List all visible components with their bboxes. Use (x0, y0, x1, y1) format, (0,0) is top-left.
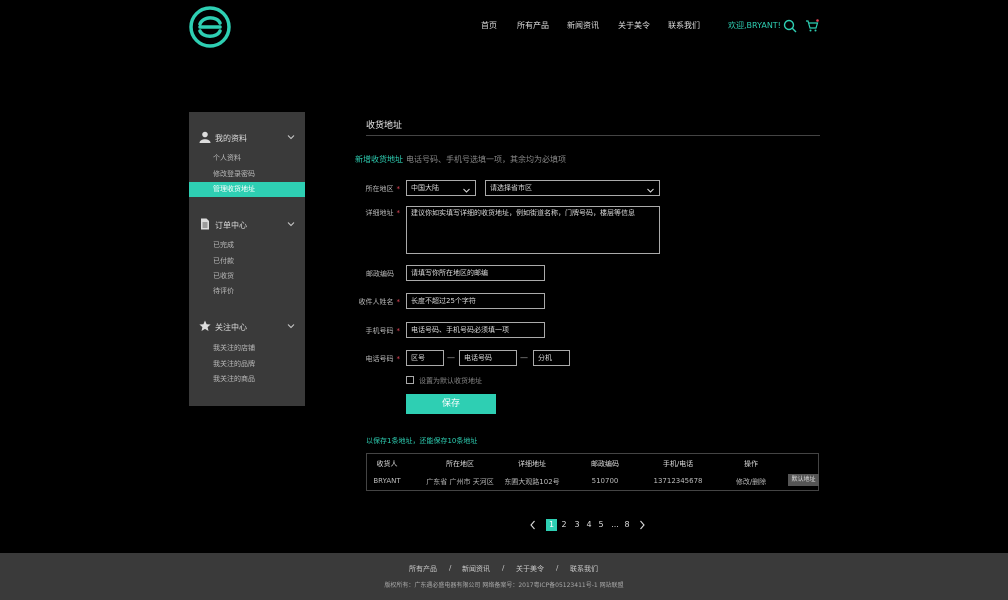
site-footer: 所有产品 / 新闻资讯 / 关于美令 / 联系我们 版权所有：广东遇必盛电器有限… (0, 553, 1008, 600)
phone-ext-input[interactable]: 分机 (533, 350, 570, 366)
nav-news[interactable]: 新闻资讯 (567, 20, 599, 31)
detail-address-label: 详细地址 * (365, 209, 401, 217)
star-icon (199, 320, 211, 332)
chevron-down-icon (287, 133, 295, 141)
divider (366, 135, 820, 136)
sidebar-group-orders[interactable]: 订单中心 (189, 217, 305, 233)
welcome-user-link[interactable]: 欢迎,BRYANT! (728, 20, 781, 31)
recipient-name-label: 收件人姓名 * (358, 298, 401, 306)
cell-recipient: BRYANT (373, 477, 401, 485)
phone-label: 电话号码 * (365, 355, 401, 363)
saved-count-note: 以保存1条地址，还能保存10条地址 (366, 437, 478, 445)
footer-separator: / (449, 564, 452, 572)
phone-area-input[interactable]: 区号 (406, 350, 444, 366)
brand-logo-icon[interactable] (189, 6, 231, 48)
copyright-text: 版权所有：广东遇必盛电器有限公司 网络备案号：2017粤ICP备05123411… (384, 582, 624, 589)
sidebar-item-received[interactable]: 已收货 (189, 269, 305, 284)
footer-link-news[interactable]: 新闻资讯 (462, 564, 490, 574)
address-table: 收货人 所在地区 详细地址 邮政编码 手机/电话 操作 BRYANT 广东省 广… (366, 453, 819, 491)
table-header: 邮政编码 (591, 460, 619, 468)
chevron-down-icon (463, 185, 470, 193)
footer-link-contact[interactable]: 联系我们 (570, 564, 598, 574)
table-header: 所在地区 (446, 460, 474, 468)
default-address-label: 设置为默认收货地址 (419, 377, 482, 385)
nav-home[interactable]: 首页 (481, 20, 497, 31)
mobile-input[interactable]: 电话号码、手机号码必须填一项 (406, 322, 545, 338)
page-8[interactable]: 8 (623, 519, 631, 531)
table-header: 详细地址 (518, 460, 546, 468)
country-select[interactable]: 中国大陆 (406, 180, 476, 196)
table-header: 手机/电话 (662, 460, 694, 468)
table-header: 收货人 (376, 460, 398, 468)
page-4[interactable]: 4 (585, 519, 593, 531)
user-icon (199, 131, 211, 143)
zip-label: 邮政编码 (366, 270, 394, 278)
phone-dash: — (520, 353, 528, 362)
chevron-down-icon (647, 185, 654, 193)
region-label: 所在地区 * (365, 185, 401, 193)
zip-input[interactable]: 请填写你所在地区的邮编 (406, 265, 545, 281)
mobile-label: 手机号码 * (365, 327, 401, 335)
nav-products[interactable]: 所有产品 (517, 20, 549, 31)
page-1[interactable]: 1 (546, 519, 557, 531)
sidebar-group-label: 订单中心 (215, 221, 247, 230)
cell-region: 广东省 广州市 天河区 (426, 478, 494, 486)
footer-separator: / (502, 564, 505, 572)
nav-about[interactable]: 关于美令 (618, 20, 650, 31)
recipient-name-input[interactable]: 长度不超过25个字符 (406, 293, 545, 309)
add-address-label: 新增收货地址 (355, 155, 403, 164)
sidebar-item-password[interactable]: 修改登录密码 (189, 167, 305, 182)
sidebar-item-followed-brands[interactable]: 我关注的品牌 (189, 357, 305, 372)
footer-link-about[interactable]: 关于美令 (516, 564, 544, 574)
edit-delete-link[interactable]: 修改/删除 (736, 477, 766, 487)
sidebar-item-paid[interactable]: 已付款 (189, 254, 305, 269)
phone-number-input[interactable]: 电话号码 (459, 350, 517, 366)
chevron-right-icon[interactable] (637, 519, 647, 531)
detail-address-textarea[interactable]: 建议你如实填写详细的收货地址，例如街道名称，门牌号码，楼层等信息 (406, 206, 660, 254)
chevron-left-icon[interactable] (528, 519, 538, 531)
add-address-hint: 电话号码、手机号选填一项，其余均为必填项 (406, 155, 566, 164)
phone-dash: — (447, 353, 455, 362)
document-icon (199, 218, 211, 230)
sidebar-group-label: 关注中心 (215, 323, 247, 332)
sidebar-group-label: 我的资料 (215, 134, 247, 143)
sidebar-item-to-review[interactable]: 待评价 (189, 284, 305, 299)
footer-link-products[interactable]: 所有产品 (409, 564, 437, 574)
search-icon[interactable] (783, 19, 797, 33)
page-3[interactable]: 3 (573, 519, 581, 531)
sidebar-item-addresses[interactable]: 管理收货地址 (189, 182, 305, 197)
chevron-down-icon (287, 220, 295, 228)
sidebar-item-followed-shops[interactable]: 我关注的店铺 (189, 341, 305, 356)
page-2[interactable]: 2 (560, 519, 568, 531)
cell-address: 东圃大观路102号 (504, 478, 560, 486)
page-title: 收货地址 (366, 121, 403, 131)
sidebar-group-profile[interactable]: 我的资料 (189, 130, 305, 146)
page-ellipsis: ... (611, 520, 619, 529)
table-header: 操作 (744, 460, 758, 468)
city-select[interactable]: 请选择省市区 (485, 180, 660, 196)
chevron-down-icon (287, 322, 295, 330)
sidebar-item-followed-products[interactable]: 我关注的商品 (189, 372, 305, 387)
nav-contact[interactable]: 联系我们 (668, 20, 700, 31)
account-sidebar: 我的资料 个人资料 修改登录密码 管理收货地址 订单中心 已完成 已付款 已收货… (189, 112, 305, 406)
save-button[interactable]: 保存 (406, 394, 496, 414)
default-address-checkbox[interactable] (406, 376, 414, 384)
default-address-button[interactable]: 默认地址 (788, 474, 819, 486)
sidebar-item-completed[interactable]: 已完成 (189, 238, 305, 253)
cell-zip: 510700 (591, 477, 619, 485)
page-5[interactable]: 5 (597, 519, 605, 531)
cart-icon[interactable] (805, 19, 819, 33)
sidebar-group-follows[interactable]: 关注中心 (189, 319, 305, 335)
cell-phone: 13712345678 (653, 477, 703, 485)
sidebar-item-profile[interactable]: 个人资料 (189, 151, 305, 166)
footer-separator: / (556, 564, 559, 572)
